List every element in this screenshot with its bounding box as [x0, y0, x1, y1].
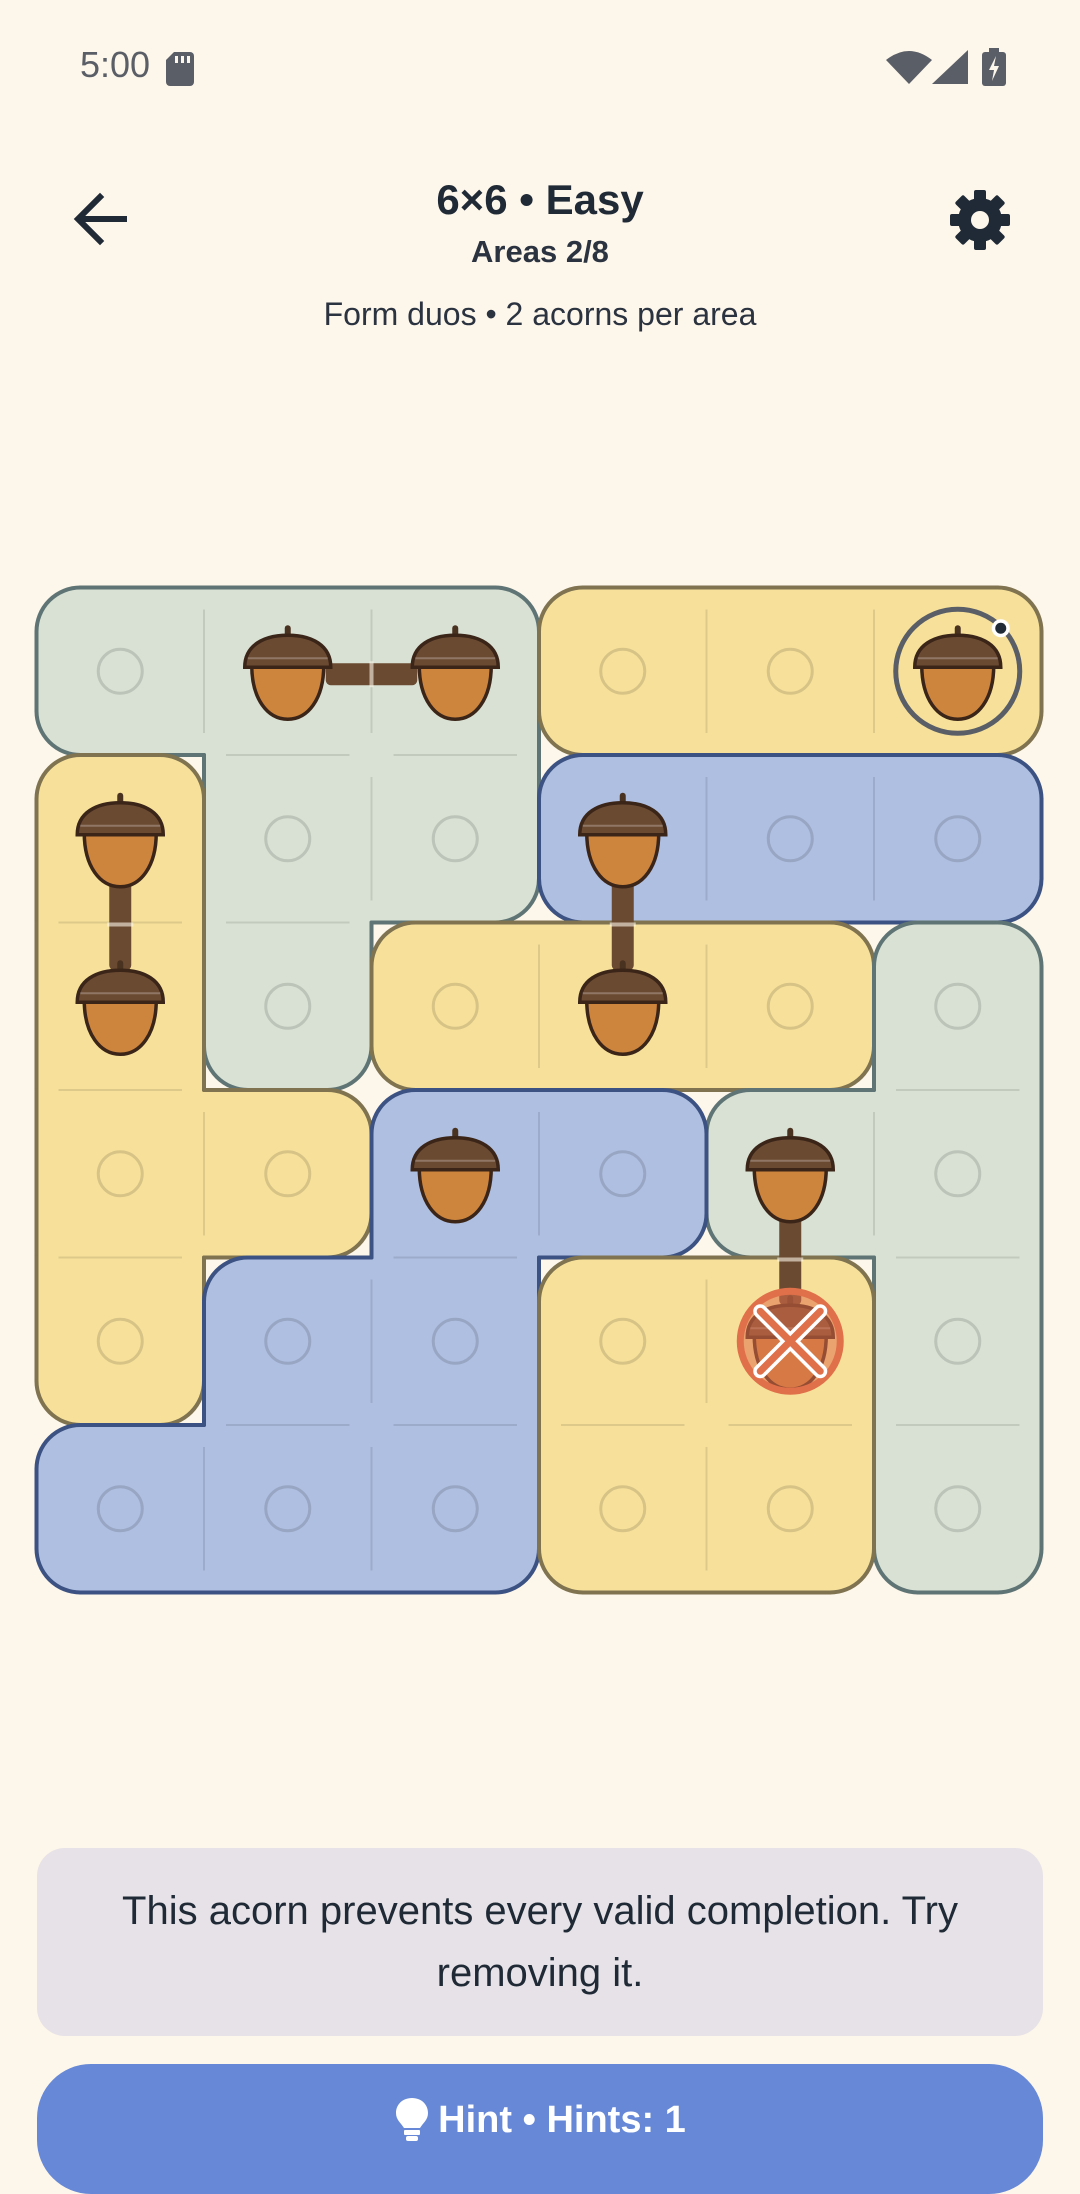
area-cell — [371, 1425, 539, 1593]
area-cell — [371, 1257, 539, 1425]
area-cell — [874, 1257, 1042, 1425]
game-board[interactable] — [0, 0, 1080, 1620]
link-gap — [369, 661, 374, 688]
message-text: This acorn prevents every valid completi… — [122, 1889, 958, 1995]
area-cell — [204, 755, 372, 923]
area-cell — [36, 1257, 204, 1425]
area-cell — [371, 755, 539, 923]
hint-label: Hint • Hints: 1 — [438, 2099, 686, 2141]
link-gap — [107, 922, 134, 927]
error-x-icon — [736, 1287, 844, 1395]
area-cell — [706, 1425, 874, 1593]
lightbulb-icon — [396, 2098, 429, 2141]
area-cell — [204, 1257, 372, 1425]
area-cell — [539, 587, 707, 755]
area-cell — [706, 755, 874, 923]
selection-dot — [995, 622, 1007, 634]
acorn-link — [325, 661, 418, 688]
area-cell — [874, 1425, 1042, 1593]
area-cell — [36, 1090, 204, 1258]
area-cell — [874, 922, 1042, 1090]
area-cell — [204, 1090, 372, 1258]
area-cell — [706, 587, 874, 755]
acorn-link — [609, 878, 636, 971]
area-cell — [539, 1257, 707, 1425]
area-cell — [204, 922, 372, 1090]
link-gap — [777, 1257, 804, 1262]
area-cell — [36, 587, 204, 755]
area-cell — [371, 922, 539, 1090]
hint-button[interactable]: Hint • Hints: 1 — [37, 2064, 1043, 2194]
area-cell — [539, 1425, 707, 1593]
area-cell — [706, 922, 874, 1090]
area-cell — [539, 1090, 707, 1258]
area-cell — [874, 755, 1042, 923]
area-cell — [204, 1425, 372, 1593]
area-cell — [36, 1425, 204, 1593]
area-cell — [874, 1090, 1042, 1258]
message-card: This acorn prevents every valid completi… — [37, 1848, 1043, 2036]
link-gap — [609, 922, 636, 927]
acorn-link — [107, 878, 134, 971]
